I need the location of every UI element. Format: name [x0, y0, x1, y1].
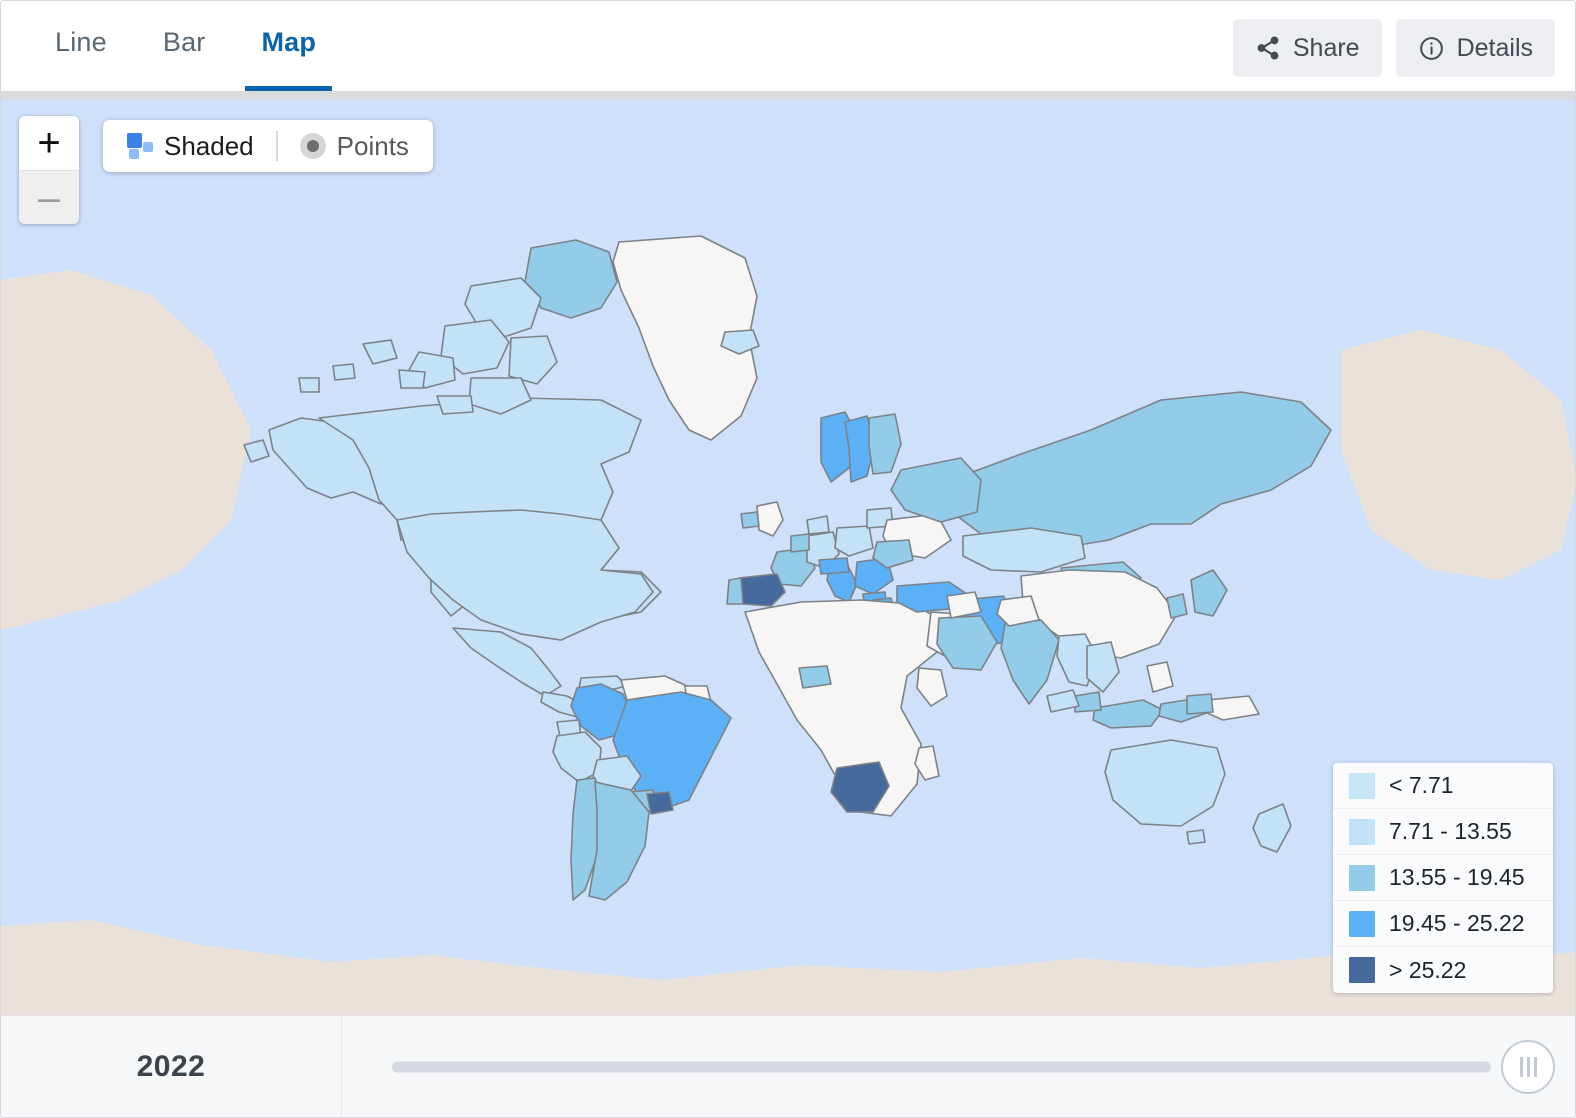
- timeline-slider[interactable]: [342, 1016, 1575, 1117]
- legend-label: < 7.71: [1389, 772, 1454, 798]
- header-bar: Line Bar Map Share Details: [1, 1, 1575, 91]
- mode-shaded-label: Shaded: [164, 130, 254, 161]
- legend-swatch: [1349, 864, 1375, 891]
- header-actions: Share Details: [1232, 19, 1555, 77]
- details-button[interactable]: Details: [1395, 19, 1555, 77]
- slider-handle[interactable]: [1501, 1039, 1555, 1094]
- tab-line[interactable]: Line: [27, 1, 135, 91]
- legend-label: > 25.22: [1389, 956, 1467, 983]
- mode-shaded-option[interactable]: Shaded: [121, 131, 260, 162]
- legend-swatch: [1349, 910, 1375, 937]
- slider-track[interactable]: [392, 1061, 1491, 1072]
- mode-divider: [275, 131, 278, 161]
- points-circle-icon: [299, 133, 326, 159]
- zoom-in-button[interactable]: +: [19, 116, 79, 170]
- mode-points-option[interactable]: Points: [294, 131, 415, 162]
- legend-row[interactable]: < 7.71: [1333, 763, 1553, 809]
- legend-row[interactable]: 19.45 - 25.22: [1333, 901, 1553, 947]
- share-icon: [1255, 35, 1281, 61]
- mode-points-label: Points: [336, 130, 409, 161]
- view-tabs: Line Bar Map: [1, 1, 344, 91]
- zoom-controls: + –: [19, 116, 79, 224]
- legend-row[interactable]: 7.71 - 13.55: [1333, 809, 1553, 855]
- share-button-label: Share: [1292, 33, 1360, 62]
- share-button[interactable]: Share: [1232, 19, 1382, 77]
- map-explorer-app: Line Bar Map Share Details + – Shaded Po…: [0, 0, 1576, 1118]
- world-map[interactable]: .ld { fill:#f7f6f4; stroke:#7d8288; stro…: [1, 100, 1575, 1017]
- legend-row[interactable]: > 25.22: [1333, 947, 1553, 993]
- legend-swatch: [1349, 957, 1375, 983]
- info-circle-icon: [1418, 35, 1445, 62]
- tab-bar[interactable]: Bar: [135, 1, 234, 91]
- legend-row[interactable]: 13.55 - 19.45: [1333, 855, 1553, 901]
- legend-swatch: [1349, 772, 1375, 799]
- header-divider: [1, 91, 1575, 100]
- shaded-squares-icon: [127, 133, 153, 159]
- legend-label: 13.55 - 19.45: [1389, 864, 1525, 890]
- tab-map[interactable]: Map: [233, 1, 344, 91]
- details-button-label: Details: [1456, 33, 1533, 62]
- zoom-out-button[interactable]: –: [19, 170, 79, 224]
- legend-label: 7.71 - 13.55: [1389, 818, 1512, 844]
- legend-swatch: [1349, 818, 1375, 845]
- map-mode-switch: Shaded Points: [103, 120, 433, 172]
- timeline-bar: 2022: [1, 1015, 1575, 1117]
- current-year-label: 2022: [1, 1016, 342, 1117]
- map-legend: < 7.71 7.71 - 13.55 13.55 - 19.45 19.45 …: [1333, 763, 1553, 993]
- legend-label: 19.45 - 25.22: [1389, 910, 1525, 936]
